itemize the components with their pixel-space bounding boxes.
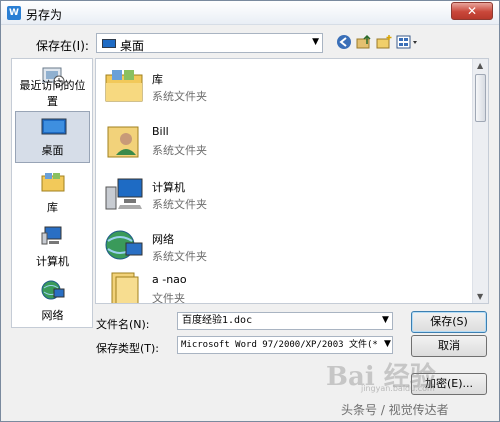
filename-label: 文件名(N):: [96, 318, 150, 331]
scroll-up-icon[interactable]: ▲: [477, 61, 483, 70]
vertical-scrollbar[interactable]: ▲ ▼: [472, 59, 488, 303]
place-recent[interactable]: 最近访问的位置: [15, 61, 90, 113]
new-folder-icon[interactable]: [375, 34, 393, 52]
list-item[interactable]: a -nao 文件夹: [102, 263, 302, 304]
list-item[interactable]: 计算机 系统文件夹: [102, 169, 302, 219]
network-icon: [105, 230, 143, 260]
user-folder-icon: [107, 126, 139, 158]
desktop-icon: [41, 118, 67, 135]
source-credit: 头条号 / 视觉传达者: [341, 403, 449, 417]
place-library[interactable]: 库: [15, 167, 90, 219]
file-name: 库: [152, 73, 163, 86]
file-kind: 系统文件夹: [152, 90, 207, 103]
place-label: 最近访问的位置: [19, 79, 86, 108]
folder-icon: [111, 272, 139, 303]
up-folder-icon[interactable]: [355, 34, 373, 52]
back-icon[interactable]: [335, 34, 353, 52]
file-name: a -nao: [152, 273, 187, 286]
chevron-down-icon[interactable]: ▼: [382, 315, 389, 325]
list-item[interactable]: 库 系统文件夹: [102, 61, 302, 111]
file-kind: 系统文件夹: [152, 250, 207, 263]
save-in-value: 桌面: [120, 39, 145, 53]
save-as-dialog: W 另存为 ✕ 保存在(I): 桌面 ▼ 最近访问的位置 桌面 库 计算机 网络…: [0, 0, 500, 422]
places-bar: 最近访问的位置 桌面 库 计算机 网络: [11, 58, 93, 328]
filetype-dropdown[interactable]: Microsoft Word 97/2000/XP/2003 文件(*: [177, 336, 393, 354]
place-computer[interactable]: 计算机: [15, 221, 90, 273]
library-folder-icon: [105, 70, 143, 102]
save-button[interactable]: 保存(S): [411, 311, 487, 333]
computer-icon: [41, 226, 62, 245]
file-kind: 系统文件夹: [152, 144, 207, 157]
place-desktop[interactable]: 桌面: [15, 111, 90, 163]
file-name: 网络: [152, 233, 174, 246]
library-icon: [41, 173, 65, 192]
cancel-button[interactable]: 取消: [411, 335, 487, 357]
title-bar[interactable]: W 另存为 ✕: [1, 1, 499, 25]
file-name: Bill: [152, 125, 169, 138]
chevron-down-icon: ▼: [312, 37, 319, 47]
place-label: 计算机: [36, 255, 69, 268]
place-network[interactable]: 网络: [15, 275, 90, 327]
file-kind: 文件夹: [152, 292, 185, 304]
list-item[interactable]: Bill 系统文件夹: [102, 115, 302, 165]
chevron-down-icon[interactable]: ▼: [382, 339, 391, 349]
file-kind: 系统文件夹: [152, 198, 207, 211]
filetype-label: 保存类型(T):: [96, 342, 160, 355]
place-label: 网络: [41, 309, 64, 322]
desktop-icon: [102, 39, 116, 48]
computer-icon: [105, 178, 143, 210]
word-app-icon: W: [7, 6, 21, 20]
file-list[interactable]: 库 系统文件夹 Bill 系统文件夹 计算机 系统文件夹 网络 系统文件夹 a …: [95, 58, 489, 304]
close-button[interactable]: ✕: [451, 2, 493, 20]
scrollbar-thumb[interactable]: [475, 74, 486, 122]
scroll-down-icon[interactable]: ▼: [477, 292, 483, 301]
place-label: 桌面: [41, 144, 64, 157]
network-icon: [41, 280, 65, 300]
watermark-url: jingyan.baidu.com: [361, 384, 435, 393]
file-name: 计算机: [152, 181, 185, 194]
place-label: 库: [47, 201, 58, 214]
filename-input[interactable]: 百度经验1.doc: [177, 312, 393, 330]
save-in-dropdown[interactable]: 桌面 ▼: [96, 33, 323, 53]
save-in-label: 保存在(I):: [36, 39, 89, 53]
window-title: 另存为: [26, 8, 63, 22]
view-menu-icon[interactable]: [395, 34, 421, 52]
